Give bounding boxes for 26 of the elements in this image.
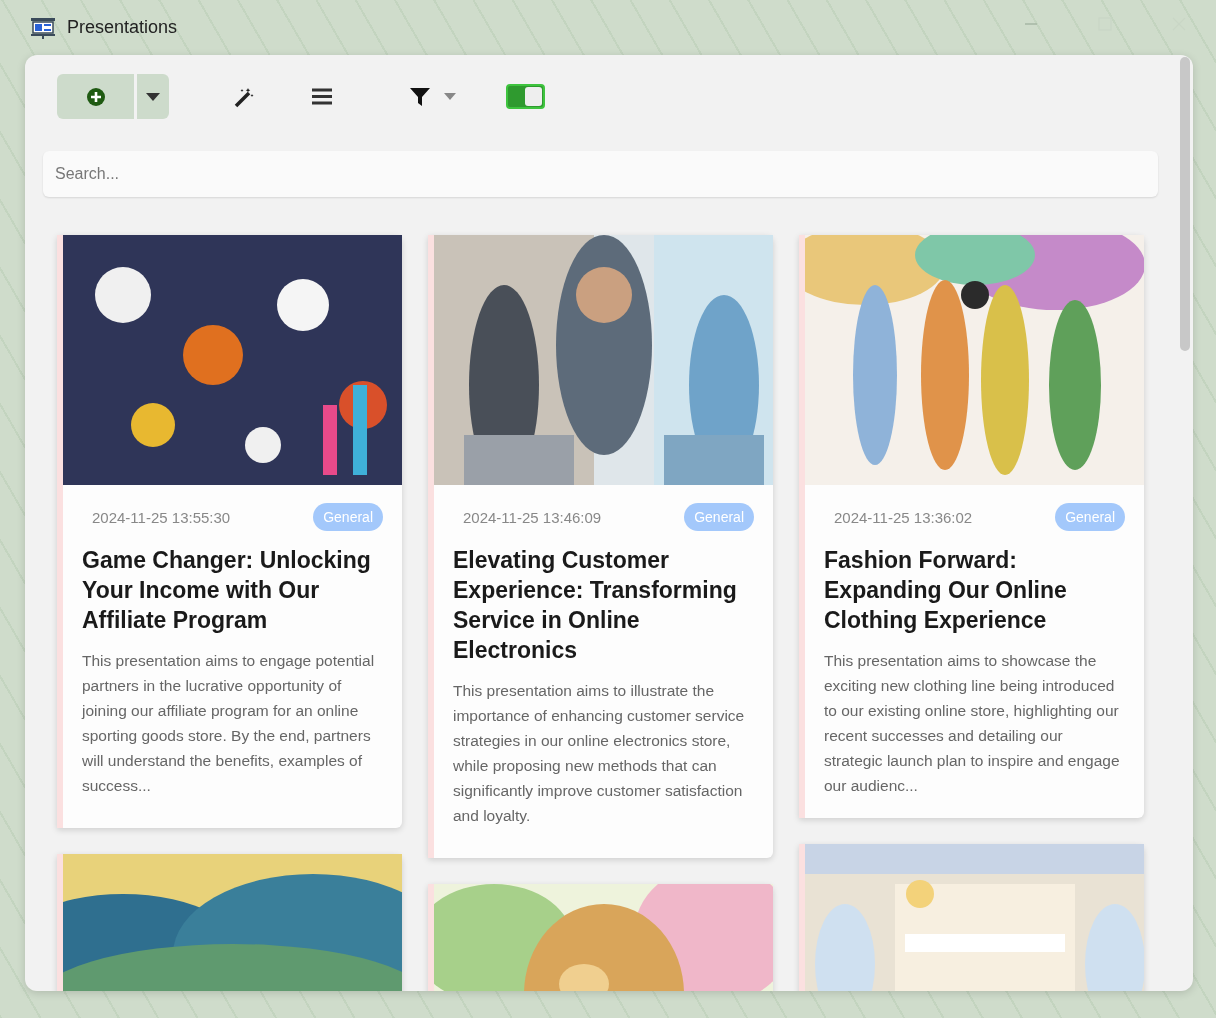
search-field[interactable]: Search... <box>43 151 1158 197</box>
card-description: This presentation aims to engage potential partners in the lucrative opportunity of joining our affiliate program for an online sporting goods store. By the end, partners will understand the benefits, examples of success... <box>82 651 376 796</box>
category-tag: General <box>313 503 383 531</box>
card-description: This presentation aims to illustrate the importance of enhancing customer service strategies in our online electronics store, while proposing new methods that can significantly improve customer satisfaction and loyalty. <box>453 681 746 826</box>
card-title: Game Changer: Unlocking Your Income with Our Affiliate Program <box>82 546 372 635</box>
view-toggle[interactable] <box>506 84 545 109</box>
caret-icon[interactable] <box>444 93 456 100</box>
plus-circle-icon <box>85 86 106 107</box>
date-text: 2024-11-25 13:46:09 <box>463 508 602 526</box>
filter-icon[interactable] <box>410 86 430 107</box>
card-description: This presentation aims to showcase the exciting new clothing line being introduced to our existing online store, highlighting our recent successes and detailing our strategic launch plan to inspire and engage our audienc... <box>824 651 1121 796</box>
category-tag: General <box>1055 503 1125 531</box>
card-title: Elevating Customer Experience: Transforming Service in Online Electronics <box>453 546 738 665</box>
menu-icon[interactable] <box>312 88 332 105</box>
presentation-card[interactable] <box>799 235 1144 818</box>
presentation-board-icon <box>30 16 56 39</box>
date-text: 2024-11-25 13:36:02 <box>834 508 973 526</box>
caret-icon <box>146 92 160 101</box>
presentation-card[interactable] <box>428 235 773 858</box>
card-title: Fashion Forward: Expanding Our Online Clothing Experience <box>824 546 1068 635</box>
window-title: Presentations <box>67 17 178 38</box>
dropdown-button[interactable] <box>137 74 169 119</box>
presentation-card[interactable] <box>57 235 402 828</box>
category-tag: General <box>684 503 754 531</box>
date-text: 2024-11-25 13:55:30 <box>92 508 231 526</box>
add-button[interactable] <box>57 74 134 119</box>
